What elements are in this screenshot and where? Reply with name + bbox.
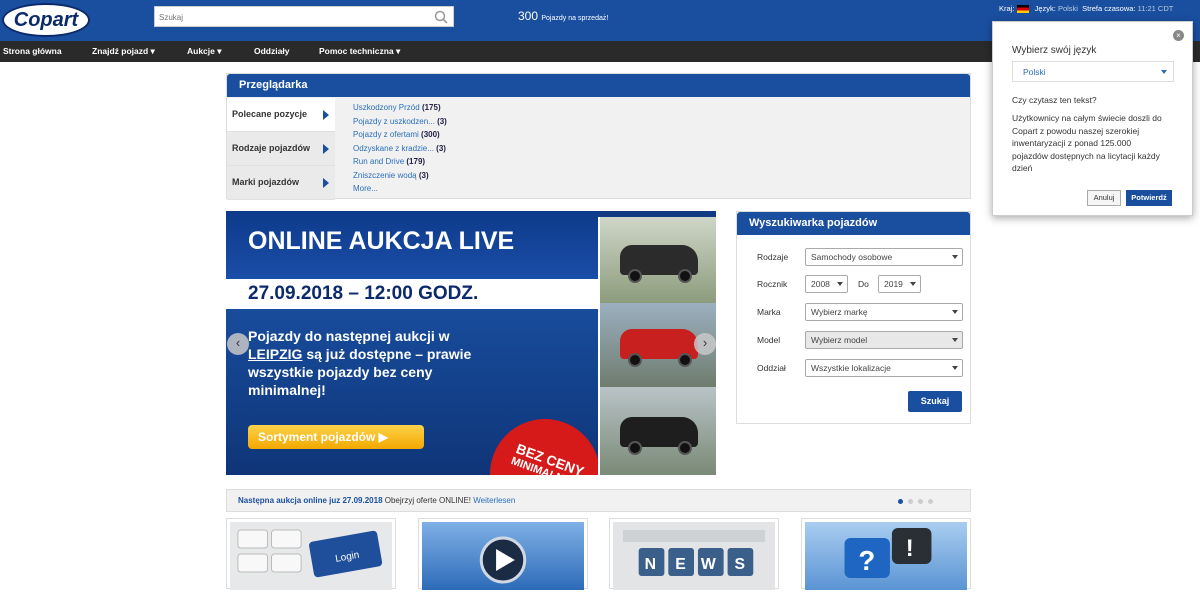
germany-flag-icon[interactable] xyxy=(1016,5,1029,14)
chevron-down-icon xyxy=(952,338,958,342)
play-icon xyxy=(422,522,584,590)
car-photo xyxy=(598,217,716,305)
arrow-right-icon xyxy=(323,110,329,120)
next-auction-bar: Następna aukcja online juz 27.09.2018 Ob… xyxy=(226,489,971,512)
year-to-select[interactable]: 2019 xyxy=(878,275,921,293)
login-keyboard-icon: Login xyxy=(230,522,392,590)
featured-links: Uszkodzony Przód (175) Pojazdy z uszkodz… xyxy=(353,101,447,196)
close-icon[interactable]: × xyxy=(1173,30,1184,41)
svg-text:N: N xyxy=(645,556,656,573)
help-question-icon: ? ! xyxy=(805,522,967,590)
arrow-right-icon xyxy=(323,144,329,154)
category-vehicle-makes[interactable]: Marki pojazdów xyxy=(227,166,335,200)
arrow-right-icon xyxy=(323,178,329,188)
vehicle-search-title: Wyszukiwarka pojazdów xyxy=(737,212,970,235)
cancel-button[interactable]: Anuluj xyxy=(1087,190,1121,206)
copart-logo[interactable]: Copart xyxy=(2,3,90,37)
featured-link[interactable]: Pojazdy z ofertami (300) xyxy=(353,128,447,142)
tile-help[interactable]: ? ! xyxy=(801,518,971,590)
chevron-down-icon xyxy=(910,282,916,286)
tile-login[interactable]: Login xyxy=(226,518,396,590)
nav-find-vehicle[interactable]: Znajdź pojazd ▾ xyxy=(92,46,155,57)
browser-title: Przeglądarka xyxy=(227,74,970,97)
chevron-down-icon xyxy=(952,366,958,370)
chevron-down-icon xyxy=(1161,70,1167,74)
vehicle-type-select[interactable]: Samochody osobowe xyxy=(805,248,963,266)
tile-news[interactable]: N E W S xyxy=(609,518,779,590)
featured-link[interactable]: Odzyskane z kradzie... (3) xyxy=(353,142,447,156)
make-select[interactable]: Wybierz markę xyxy=(805,303,963,321)
carousel-dot[interactable] xyxy=(918,499,923,504)
vehicle-search-panel: Wyszukiwarka pojazdów Rodzaje Samochody … xyxy=(736,211,971,424)
car-photo xyxy=(598,387,716,475)
banner-text: Pojazdy do następnej aukcji w LEIPZIG są… xyxy=(248,328,472,398)
nav-home[interactable]: Strona główna xyxy=(3,46,62,56)
search-submit-button[interactable]: Szukaj xyxy=(908,391,962,412)
category-vehicle-types[interactable]: Rodzaje pojazdów xyxy=(227,132,335,166)
featured-link[interactable]: Run and Drive (179) xyxy=(353,155,447,169)
search-icon[interactable] xyxy=(434,10,448,24)
chevron-down-icon xyxy=(837,282,843,286)
featured-link[interactable]: Uszkodzony Przód (175) xyxy=(353,101,447,115)
vehicle-count: 300 Pojazdy na sprzedaż! xyxy=(518,9,609,23)
carousel-dot[interactable] xyxy=(908,499,913,504)
nav-auctions[interactable]: Aukcje ▾ xyxy=(187,46,222,57)
no-reserve-seal: BEZ CENY MINIMALNEJ! xyxy=(474,403,616,475)
carousel-dot[interactable] xyxy=(928,499,933,504)
year-from-select[interactable]: 2008 xyxy=(805,275,848,293)
banner-headline: ONLINE AUKCJA LIVE xyxy=(226,211,598,279)
svg-text:!: ! xyxy=(906,535,914,562)
search-box[interactable] xyxy=(154,6,454,27)
category-list: Polecane pozycje Rodzaje pojazdów Marki … xyxy=(227,98,335,200)
svg-text:?: ? xyxy=(858,545,875,576)
carousel-prev-button[interactable]: ‹ xyxy=(227,333,249,355)
language-link[interactable]: Polski xyxy=(1058,4,1078,13)
model-select[interactable]: Wybierz model xyxy=(805,331,963,349)
nav-support[interactable]: Pomoc techniczna ▾ xyxy=(319,46,400,57)
category-featured[interactable]: Polecane pozycje xyxy=(227,98,335,132)
language-popup: × Wybierz swój język Polski Czy czytasz … xyxy=(992,21,1193,216)
banner-body: Pojazdy do następnej aukcji w LEIPZIG są… xyxy=(226,309,616,475)
carousel-next-button[interactable]: › xyxy=(694,333,716,355)
news-icon: N E W S xyxy=(613,522,775,590)
banner-date: 27.09.2018 – 12:00 GODZ. xyxy=(226,279,598,309)
locale-bar: Kraj: Język: Polski Strefa czasowa: 11:2… xyxy=(999,4,1174,14)
chevron-down-icon xyxy=(952,310,958,314)
timezone-value: 11:21 CDT xyxy=(1137,4,1174,13)
read-more-link[interactable]: Weiterlesen xyxy=(473,496,515,505)
more-link[interactable]: More... xyxy=(353,182,447,196)
popup-title: Wybierz swój język xyxy=(1012,45,1097,56)
promo-carousel[interactable]: ONLINE AUKCJA LIVE 27.09.2018 – 12:00 GO… xyxy=(226,211,716,475)
browser-panel: Przeglądarka Polecane pozycje Rodzaje po… xyxy=(226,73,971,200)
svg-text:W: W xyxy=(701,556,716,573)
nav-branches[interactable]: Oddziały xyxy=(254,46,289,56)
featured-link[interactable]: Pojazdy z uszkodzen... (3) xyxy=(353,115,447,129)
carousel-dot-active[interactable] xyxy=(898,499,903,504)
confirm-button[interactable]: Potwierdź xyxy=(1126,190,1172,206)
popup-body: Użytkownicy na całym świecie doszli do C… xyxy=(1012,113,1162,173)
popup-question: Czy czytasz ten tekst? xyxy=(1012,95,1097,105)
branch-select[interactable]: Wszystkie lokalizacje xyxy=(805,359,963,377)
chevron-down-icon xyxy=(952,255,958,259)
tile-video[interactable] xyxy=(418,518,588,590)
svg-text:S: S xyxy=(735,556,746,573)
svg-text:E: E xyxy=(675,556,686,573)
language-select[interactable]: Polski xyxy=(1012,61,1174,82)
search-input[interactable] xyxy=(159,10,429,24)
vehicle-assortment-button[interactable]: Sortyment pojazdów ▶ xyxy=(248,425,424,449)
featured-link[interactable]: Zniszczenie wodą (3) xyxy=(353,169,447,183)
